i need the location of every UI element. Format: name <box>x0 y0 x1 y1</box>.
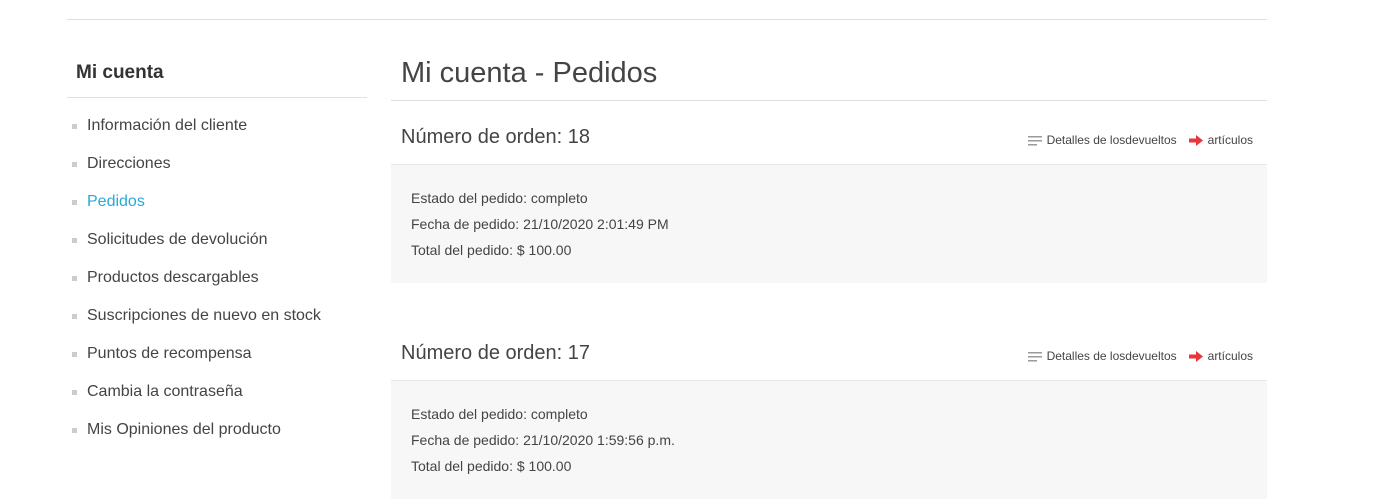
bullet-icon <box>72 238 77 243</box>
order-body: Estado del pedido: completo Fecha de ped… <box>391 381 1267 499</box>
arrow-right-icon <box>1188 350 1203 362</box>
order-items-label: artículos <box>1207 133 1253 147</box>
sidebar-item-reward-points[interactable]: Puntos de recompensa <box>67 340 367 378</box>
sidebar-item-label: Información del cliente <box>87 117 248 134</box>
sidebar-item-label: Direcciones <box>87 155 171 172</box>
order-items-label: artículos <box>1207 349 1253 363</box>
sidebar-item-label: Productos descargables <box>87 269 259 286</box>
sidebar-item-downloadable-products[interactable]: Productos descargables <box>67 264 367 302</box>
sidebar-item-back-in-stock[interactable]: Suscripciones de nuevo en stock <box>67 302 367 340</box>
top-divider <box>67 19 1267 20</box>
sidebar-item-return-requests[interactable]: Solicitudes de devolución <box>67 226 367 264</box>
order-details-label: Detalles de losdevueltos <box>1046 133 1177 147</box>
bullet-icon <box>72 162 77 167</box>
bullet-icon <box>72 428 77 433</box>
order-actions: Detalles de losdevueltos artículos <box>1027 348 1253 364</box>
sidebar-nav: Información del cliente Direcciones Pedi… <box>67 98 367 454</box>
order-body: Estado del pedido: completo Fecha de ped… <box>391 165 1267 283</box>
order-date: Fecha de pedido: 21/10/2020 1:59:56 p.m. <box>411 432 675 448</box>
order-details-label: Detalles de losdevueltos <box>1046 349 1177 363</box>
bullet-icon <box>72 352 77 357</box>
order-actions: Detalles de losdevueltos artículos <box>1027 132 1253 148</box>
sidebar-title: Mi cuenta <box>67 50 367 98</box>
sidebar-item-label: Suscripciones de nuevo en stock <box>87 307 321 324</box>
order-details-link[interactable]: Detalles de losdevueltos <box>1027 132 1177 148</box>
order-status: Estado del pedido: completo <box>411 406 588 422</box>
lines-icon <box>1027 135 1042 145</box>
order-items-link[interactable]: artículos <box>1188 348 1253 364</box>
sidebar-item-label: Pedidos <box>87 193 145 210</box>
page-title: Mi cuenta - Pedidos <box>391 50 1267 101</box>
lines-icon <box>1027 351 1042 361</box>
order-card: Número de orden: 17 Detalles de losdevue… <box>391 317 1267 499</box>
order-number: Número de orden: 17 <box>401 342 591 364</box>
sidebar-item-label: Cambia la contraseña <box>87 383 243 400</box>
order-header: Número de orden: 18 Detalles de losdevue… <box>391 101 1267 165</box>
arrow-right-icon <box>1188 134 1203 146</box>
bullet-icon <box>72 390 77 395</box>
order-number: Número de orden: 18 <box>401 126 591 148</box>
orders-main: Mi cuenta - Pedidos Número de orden: 18 … <box>391 50 1267 499</box>
account-sidebar: Mi cuenta Información del cliente Direcc… <box>67 50 367 454</box>
sidebar-item-change-password[interactable]: Cambia la contraseña <box>67 378 367 416</box>
sidebar-item-label: Puntos de recompensa <box>87 345 252 362</box>
sidebar-item-orders[interactable]: Pedidos <box>67 188 367 226</box>
order-card: Número de orden: 18 Detalles de losdevue… <box>391 101 1267 283</box>
bullet-icon <box>72 124 77 129</box>
order-total: Total del pedido: $ 100.00 <box>411 242 572 258</box>
order-status: Estado del pedido: completo <box>411 190 588 206</box>
sidebar-item-label: Mis Opiniones del producto <box>87 421 281 438</box>
sidebar-item-customer-info[interactable]: Información del cliente <box>67 112 367 150</box>
bullet-icon <box>72 276 77 281</box>
sidebar-item-addresses[interactable]: Direcciones <box>67 150 367 188</box>
sidebar-item-label: Solicitudes de devolución <box>87 231 268 248</box>
order-date: Fecha de pedido: 21/10/2020 2:01:49 PM <box>411 216 669 232</box>
order-items-link[interactable]: artículos <box>1188 132 1253 148</box>
order-details-link[interactable]: Detalles de losdevueltos <box>1027 348 1177 364</box>
sidebar-item-product-reviews[interactable]: Mis Opiniones del producto <box>67 416 367 454</box>
order-total: Total del pedido: $ 100.00 <box>411 458 572 474</box>
bullet-icon <box>72 200 77 205</box>
order-header: Número de orden: 17 Detalles de losdevue… <box>391 317 1267 381</box>
bullet-icon <box>72 314 77 319</box>
